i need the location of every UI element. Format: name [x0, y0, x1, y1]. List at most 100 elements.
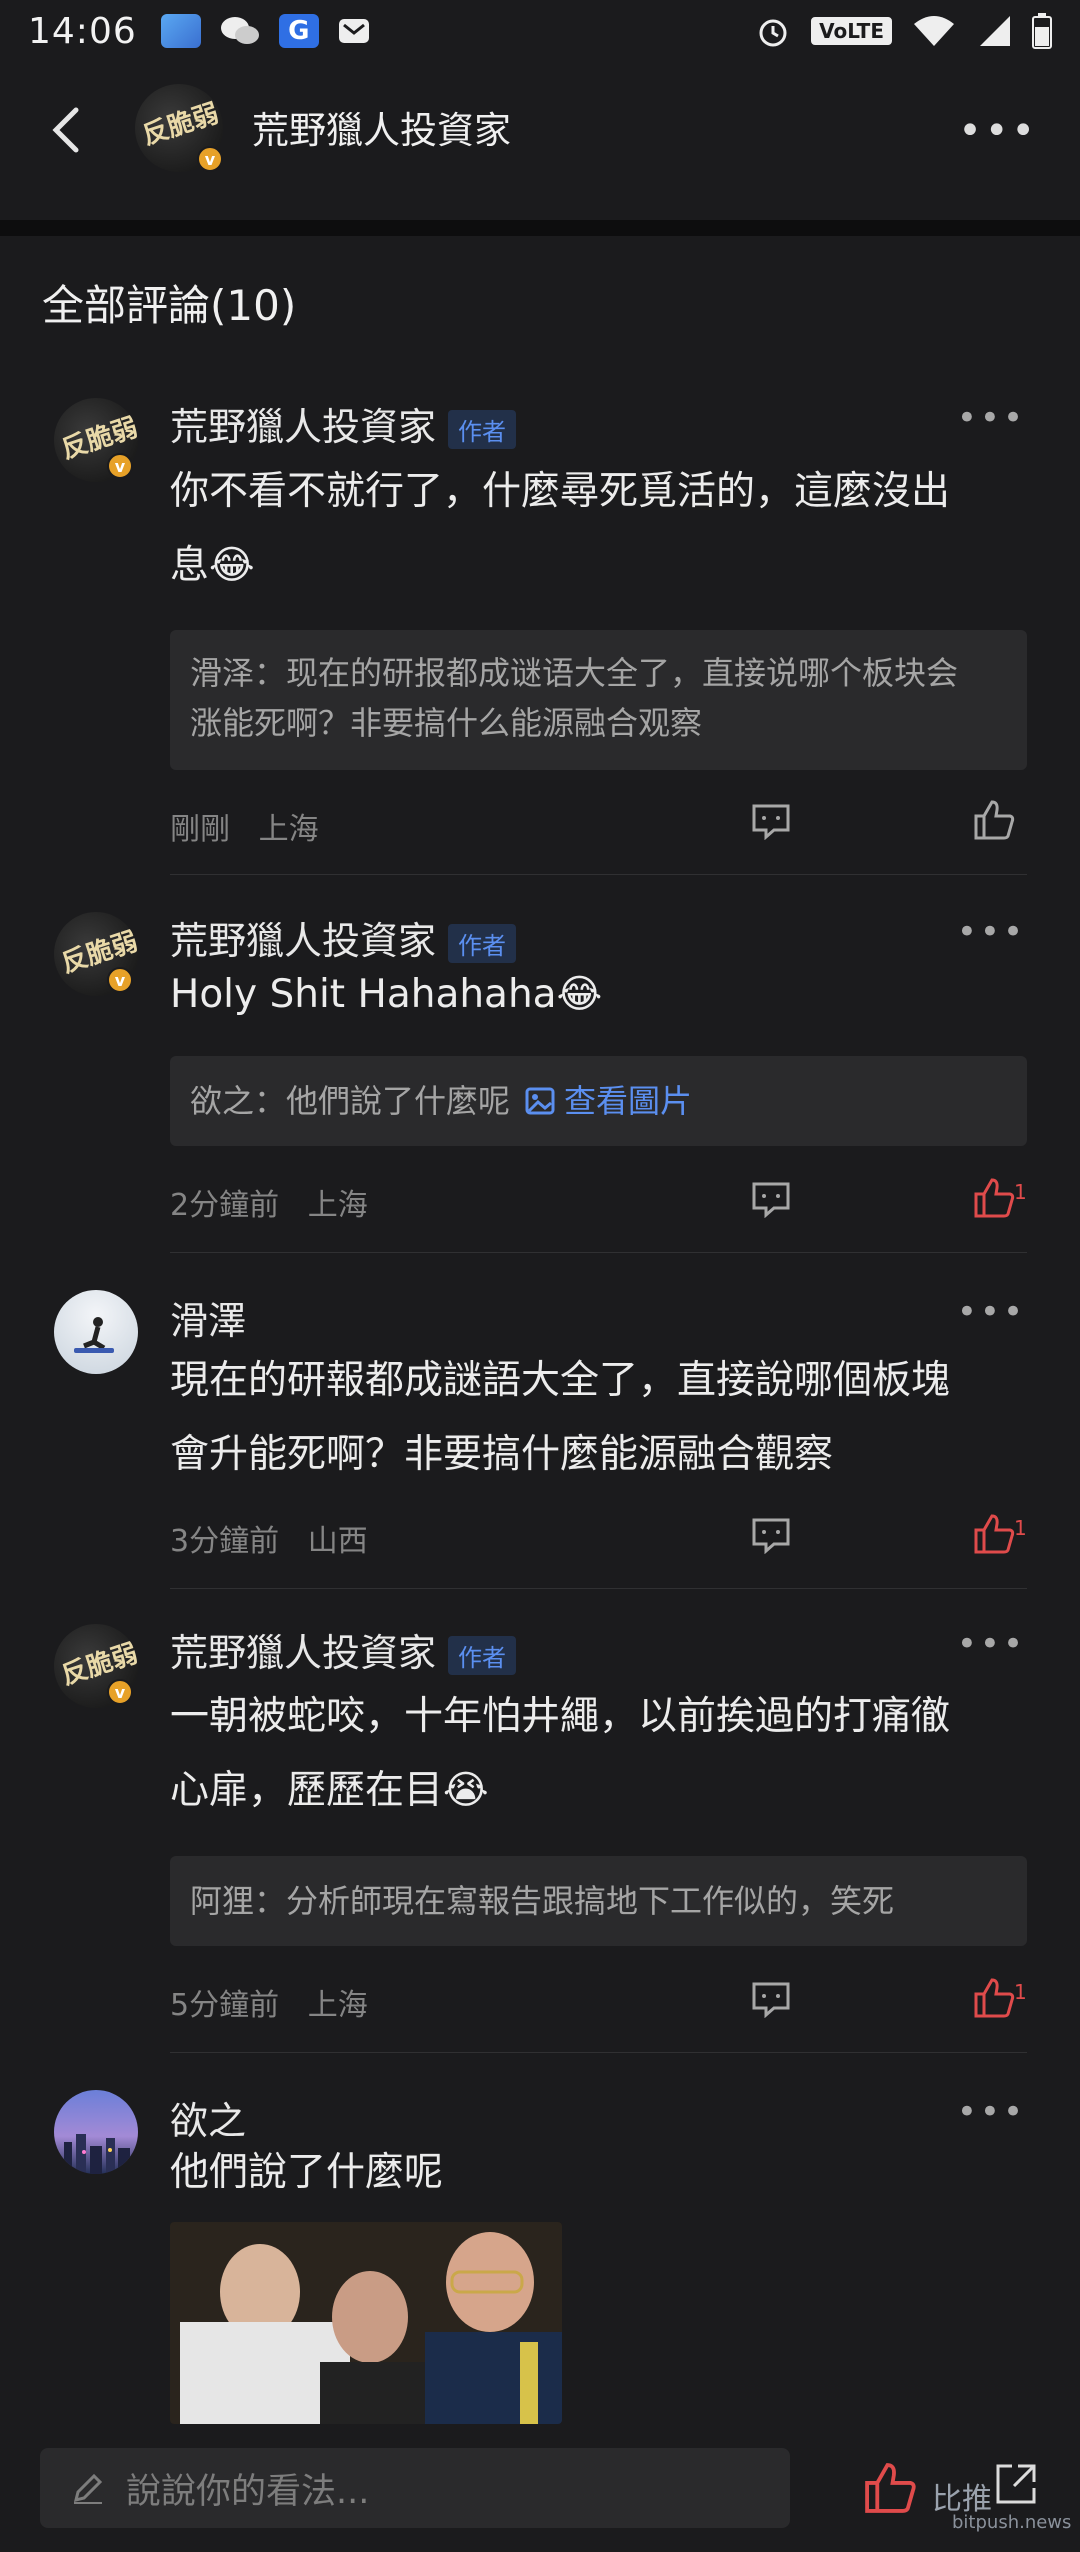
- comment-more-icon[interactable]: •••: [957, 1624, 1026, 1664]
- comment-photo[interactable]: [170, 2222, 562, 2424]
- mail-icon: [338, 19, 369, 43]
- comment-time: 剛剛: [170, 812, 230, 847]
- g-app-icon: G: [278, 14, 319, 48]
- author-tag: 作者: [448, 1636, 517, 1675]
- comment-text[interactable]: 一朝被蛇咬，十年怕井繩，以前挨過的打痛徹 心扉，歷歷在目😭: [170, 1680, 1020, 1828]
- comment-time: 5分鐘前: [170, 1988, 280, 2023]
- comment-location: 山西: [307, 1524, 368, 1559]
- quote-line: 滑泽：现在的研报都成谜语大全了，直接说哪个板块会: [190, 654, 959, 692]
- city-skyline-image: [64, 2134, 130, 2174]
- avatar-text: 反脆弱: [139, 98, 223, 152]
- quote-text: 欲之：他們說了什麼呢: [190, 1082, 511, 1120]
- comment-line: 他們說了什麼呢: [170, 2150, 444, 2195]
- avatar[interactable]: [54, 2090, 138, 2174]
- author-name: 荒野獵人投資家: [170, 1631, 437, 1675]
- share-icon[interactable]: [990, 2458, 1042, 2510]
- comment-line: Holy Shit Hahahaha😂: [170, 972, 603, 1017]
- comment-separator: [170, 874, 1027, 875]
- quote-text: 阿狸：分析師現在寫報告跟搞地下工作似的，笑死: [190, 1882, 895, 1920]
- status-time: 14:06: [28, 10, 137, 52]
- comment-separator: [170, 1588, 1027, 1589]
- wechat-icon: [220, 17, 259, 44]
- comment-location: 上海: [307, 1188, 368, 1223]
- quoted-comment[interactable]: 欲之：他們說了什麼呢 查看圖片: [170, 1056, 1027, 1146]
- bottom-bar: 說說你的看法... 比推 bitpush.news: [0, 2430, 1080, 2552]
- wifi-icon: [914, 16, 954, 46]
- back-arrow-icon[interactable]: [44, 100, 90, 160]
- verified-badge-icon: v: [107, 453, 133, 479]
- reply-icon[interactable]: [750, 802, 792, 840]
- quoted-comment[interactable]: 滑泽：现在的研报都成谜语大全了，直接说哪个板块会 涨能死啊？非要搞什么能源融合观…: [170, 630, 1027, 770]
- watermark-url: bitpush.news: [952, 2512, 1072, 2533]
- comment-line: 息😂: [170, 543, 255, 588]
- signal-icon: [980, 16, 1010, 46]
- author-tag: 作者: [448, 410, 517, 449]
- comment-text[interactable]: 現在的研報都成謎語大全了，直接說哪個板塊 會升能死啊？非要搞什麼能源融合觀察: [170, 1344, 1020, 1492]
- comment-line: 心扉，歷歷在目😭: [170, 1768, 489, 1813]
- pencil-icon: [73, 2473, 103, 2504]
- input-placeholder: 說說你的看法...: [126, 2471, 370, 2512]
- comment-text[interactable]: 他們說了什麼呢: [170, 2136, 1020, 2210]
- comment-line: 一朝被蛇咬，十年怕井繩，以前挨過的打痛徹: [170, 1694, 951, 1739]
- comment-more-icon[interactable]: •••: [957, 2092, 1026, 2132]
- thumbs-up-icon[interactable]: [972, 1176, 1016, 1220]
- like-count: 1: [1014, 1180, 1027, 1204]
- alarm-icon: [759, 19, 787, 47]
- like-count: 1: [1014, 1980, 1027, 2004]
- notification-icons: G: [160, 14, 371, 48]
- thumbs-up-icon[interactable]: [972, 1976, 1016, 2020]
- thumbs-up-icon[interactable]: [972, 1512, 1016, 1556]
- comment-meta: 3分鐘前 山西: [170, 1516, 368, 1560]
- verified-badge-icon: v: [107, 967, 133, 993]
- verified-badge-icon: v: [197, 146, 223, 172]
- comment-meta: 剛剛 上海: [170, 804, 319, 848]
- comment-more-icon[interactable]: •••: [957, 398, 1026, 438]
- author-name: 荒野獵人投資家: [170, 919, 437, 963]
- weather-app-icon: [160, 14, 201, 48]
- comment-location: 上海: [307, 1988, 368, 2023]
- view-image-link[interactable]: 查看圖片: [564, 1076, 692, 1126]
- comment-time: 3分鐘前: [170, 1524, 280, 1559]
- verified-badge-icon: v: [107, 1679, 133, 1705]
- reply-icon[interactable]: [750, 1980, 792, 2018]
- comment-author[interactable]: 荒野獵人投資家 作者: [170, 910, 517, 965]
- battery-icon: [1032, 13, 1052, 49]
- comment-time: 2分鐘前: [170, 1188, 280, 1223]
- comment-more-icon[interactable]: •••: [957, 1292, 1026, 1332]
- thumbs-up-icon[interactable]: [862, 2460, 918, 2516]
- comment-text[interactable]: 你不看不就行了，什麼尋死覓活的，這麼沒出 息😂: [170, 455, 1020, 603]
- comment-line: 會升能死啊？非要搞什麼能源融合觀察: [170, 1432, 834, 1477]
- quote-line: 涨能死啊？非要搞什么能源融合观察: [190, 704, 703, 742]
- status-bar: 14:06 G VoLTE: [0, 0, 1080, 62]
- author-name: 荒野獵人投資家: [170, 405, 437, 449]
- comment-more-icon[interactable]: •••: [957, 912, 1026, 952]
- comment-meta: 2分鐘前 上海: [170, 1180, 368, 1224]
- comment-text[interactable]: Holy Shit Hahahaha😂: [170, 958, 1020, 1032]
- avatar[interactable]: [54, 1290, 138, 1374]
- comments-heading: 全部評論(10): [42, 281, 297, 330]
- comment-author[interactable]: 荒野獵人投資家 作者: [170, 396, 517, 451]
- comment-separator: [170, 1252, 1027, 1253]
- like-count: 1: [1014, 1516, 1027, 1540]
- reply-icon[interactable]: [750, 1180, 792, 1218]
- author-avatar[interactable]: 反脆弱 v: [135, 84, 223, 172]
- comment-author[interactable]: 滑澤: [170, 1290, 246, 1345]
- comment-input[interactable]: 說說你的看法...: [40, 2448, 790, 2528]
- comment-author[interactable]: 荒野獵人投資家 作者: [170, 1622, 517, 1677]
- volte-badge: VoLTE: [811, 17, 892, 45]
- thumbs-up-icon[interactable]: [972, 798, 1016, 842]
- page-title: 荒野獵人投資家: [252, 109, 511, 152]
- top-nav: 反脆弱 v 荒野獵人投資家 •••: [0, 62, 1080, 220]
- comment-location: 上海: [258, 812, 319, 847]
- comment-line: 你不看不就行了，什麼尋死覓活的，這麼沒出: [170, 469, 951, 514]
- section-divider: [0, 220, 1080, 236]
- comment-separator: [170, 2052, 1027, 2053]
- comment-line: 現在的研報都成謎語大全了，直接說哪個板塊: [170, 1358, 951, 1403]
- more-options-icon[interactable]: •••: [958, 108, 1038, 154]
- image-icon: [525, 1087, 555, 1115]
- quoted-comment[interactable]: 阿狸：分析師現在寫報告跟搞地下工作似的，笑死: [170, 1856, 1027, 1946]
- snowboarder-image: [74, 1317, 114, 1353]
- photo-image: [170, 2222, 562, 2424]
- comment-meta: 5分鐘前 上海: [170, 1980, 368, 2024]
- reply-icon[interactable]: [750, 1516, 792, 1554]
